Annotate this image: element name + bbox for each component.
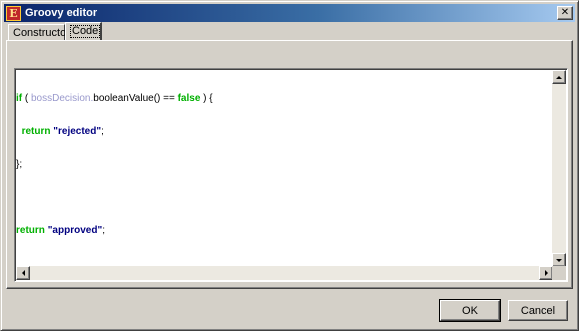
string-approved: "approved": [47, 225, 103, 236]
scroll-left-button[interactable]: [16, 266, 30, 280]
keyword-return: return: [21, 126, 51, 137]
code-line-3: };: [16, 159, 213, 170]
scroll-up-button[interactable]: [552, 70, 566, 84]
vertical-scrollbar[interactable]: [552, 70, 566, 267]
ok-button-label: OK: [462, 304, 478, 317]
window-title: Groovy editor: [25, 7, 98, 19]
keyword-false: false: [177, 93, 201, 104]
tab-code-label: Code: [70, 25, 101, 38]
triangle-up-icon: [556, 75, 562, 79]
keyword-return: return: [16, 225, 45, 236]
variable-boss-decision: bossDecision.: [31, 93, 94, 104]
keyword-if: if: [16, 93, 23, 104]
close-icon: ✕: [560, 7, 570, 18]
method-call: booleanValue() ==: [93, 93, 175, 104]
app-icon-glyph: E: [9, 6, 18, 20]
code-line-1: if ( bossDecision.booleanValue() == fals…: [16, 93, 213, 104]
triangle-left-icon: [21, 270, 25, 276]
string-rejected: "rejected": [53, 126, 102, 137]
cancel-button-label: Cancel: [520, 304, 556, 317]
ok-button[interactable]: OK: [439, 299, 501, 322]
code-semicolon: ;: [101, 126, 104, 137]
code-editor[interactable]: if ( bossDecision.booleanValue() == fals…: [14, 68, 568, 282]
horizontal-scrollbar[interactable]: [16, 266, 553, 280]
scrollbar-corner: [552, 266, 566, 280]
app-icon: E: [6, 5, 21, 21]
code-text[interactable]: if ( bossDecision.booleanValue() == fals…: [16, 71, 213, 258]
triangle-right-icon: [544, 270, 548, 276]
triangle-down-icon: [556, 258, 562, 262]
scroll-right-button[interactable]: [539, 266, 553, 280]
cancel-button[interactable]: Cancel: [508, 300, 568, 321]
tab-code[interactable]: Code: [65, 22, 102, 40]
code-punct-close: };: [16, 159, 23, 170]
title-bar[interactable]: E Groovy editor ✕: [4, 4, 575, 22]
tab-constructor[interactable]: Constructor: [8, 24, 70, 40]
groovy-editor-dialog: E Groovy editor ✕ Constructor Code if ( …: [0, 0, 579, 331]
tab-constructor-label: Constructor: [13, 27, 70, 39]
code-line-5: return "approved";: [16, 225, 213, 236]
close-button[interactable]: ✕: [557, 6, 573, 20]
code-line-2: return "rejected";: [16, 126, 213, 137]
code-semicolon: ;: [102, 225, 105, 236]
code-punct-open: ) {: [200, 93, 213, 104]
scroll-down-button[interactable]: [552, 253, 566, 267]
